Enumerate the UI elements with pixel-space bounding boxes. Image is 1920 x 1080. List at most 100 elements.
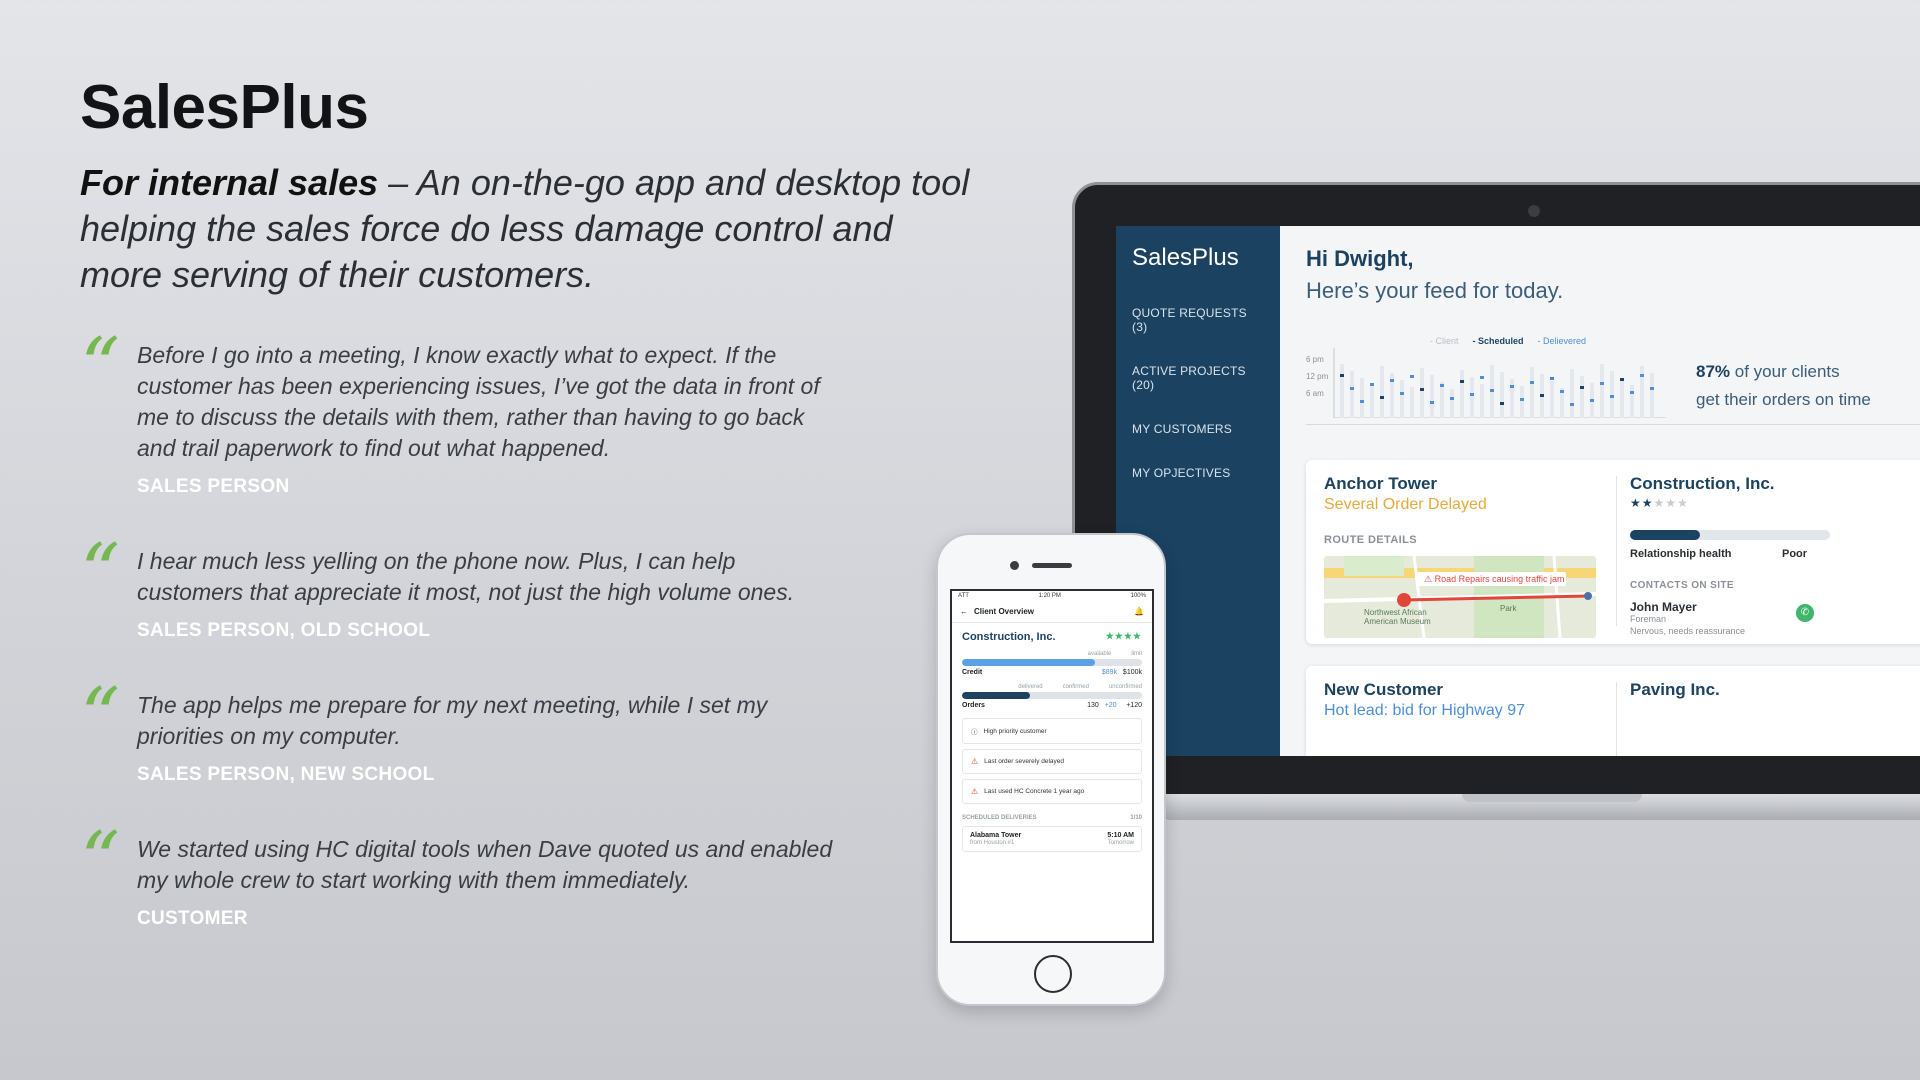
page-title: SalesPlus [80, 73, 369, 142]
alert-text: Last used HC Concrete 1 year ago [984, 788, 1085, 795]
testimonials: “ Before I go into a meeting, I know exa… [80, 328, 840, 930]
sidebar-item-my-objectives[interactable]: MY OPJECTIVES [1132, 466, 1264, 480]
sidebar-item-my-customers[interactable]: MY CUSTOMERS [1132, 422, 1264, 436]
star-empty-icon: ★ [1653, 496, 1666, 510]
scheduled-label: SCHEDULED DELIVERIES [962, 815, 1037, 821]
alert-text: Last order severely delayed [984, 758, 1065, 765]
laptop-base [1162, 794, 1920, 820]
timeline-column [1620, 378, 1624, 418]
delivery-time: 5:10 AM [1107, 832, 1134, 839]
bar-caption: limit [1131, 651, 1142, 657]
warning-icon: ⚠ [971, 757, 979, 766]
orders-bar [962, 692, 1142, 699]
back-arrow-icon[interactable]: ← [960, 607, 968, 616]
customer-name[interactable]: Paving Inc. [1630, 680, 1720, 700]
route-label: ROUTE DETAILS [1324, 534, 1417, 546]
timeline-column [1610, 371, 1614, 418]
home-button[interactable] [1034, 955, 1072, 993]
contact-note: Nervous, needs reassurance [1630, 626, 1746, 636]
battery: 100% [1130, 593, 1146, 599]
phone-call-icon[interactable]: ✆ [1796, 604, 1814, 622]
carrier: ATT [958, 593, 969, 599]
timeline-marker [1440, 384, 1444, 387]
app-brand[interactable]: SalesPlus [1132, 244, 1264, 272]
orders-block: delivered confirmed unconfirmed Orders 130… [952, 680, 1152, 713]
credit-block: available limit Credit $89k $100k [952, 647, 1152, 680]
testimonial-1: “ Before I go into a meeting, I know exa… [80, 328, 840, 498]
timeline-marker [1370, 383, 1374, 386]
timeline-column [1520, 386, 1524, 418]
speaker [1032, 563, 1072, 568]
timeline-column [1630, 385, 1634, 418]
delivery-item[interactable]: Alabama Tower 5:10 AM from Houston #1 Tomo… [962, 826, 1142, 852]
timeline-marker [1560, 390, 1564, 393]
info-icon: ⓘ [971, 729, 978, 736]
timeline-marker [1350, 387, 1354, 390]
timeline-column [1410, 387, 1414, 418]
timeline-marker [1490, 389, 1494, 392]
map-alert: ⚠ Road Repairs causing traffic jam [1424, 574, 1565, 584]
card-title[interactable]: Anchor Tower [1324, 474, 1437, 494]
star-empty-icon: ★ [1665, 496, 1678, 510]
timeline-column [1360, 378, 1364, 418]
tagline-bold: For internal sales [80, 162, 379, 203]
timeline-column [1340, 364, 1344, 418]
sub-greeting: Here’s your feed for today. [1306, 278, 1564, 303]
tagline: For internal sales – An on-the-go app an… [80, 160, 980, 298]
timeline-column [1470, 377, 1474, 418]
alert-item[interactable]: ⚠ Last order severely delayed [962, 749, 1142, 774]
scheduled-count: 1/10 [1130, 815, 1142, 821]
timeline-column [1380, 366, 1384, 418]
star-filled-icon: ★ [1630, 496, 1642, 510]
mobile-header-title: Client Overview [974, 607, 1035, 616]
delivery-day: Tomorrow [1107, 840, 1134, 846]
timeline-marker [1580, 386, 1584, 389]
timeline-column [1580, 376, 1584, 418]
testimonial-3: “ The app helps me prepare for my next m… [80, 678, 840, 786]
orders-fill [962, 692, 1031, 699]
timeline-marker [1570, 403, 1574, 406]
timeline-marker [1510, 385, 1514, 388]
orders-confirmed: +20 [1104, 702, 1117, 709]
quote-mark-icon: “ [80, 528, 120, 618]
timeline-column [1480, 384, 1484, 418]
project-card[interactable]: Anchor Tower Several Order Delayed ROUTE… [1306, 460, 1920, 644]
main-feed: Hi Dwight, Here’s your feed for today. 🔔… [1280, 226, 1920, 756]
map-place: Park [1500, 604, 1517, 613]
testimonial-author: SALES PERSON, OLD SCHOOL [137, 620, 431, 641]
customer-name[interactable]: Construction, Inc. [1630, 474, 1775, 494]
bar-caption: available [1087, 651, 1112, 657]
timeline-marker [1450, 397, 1454, 400]
timeline-marker [1340, 374, 1344, 377]
card-divider [1616, 682, 1617, 756]
sidebar-item-active-projects[interactable]: ACTIVE PROJECTS (20) [1132, 364, 1264, 392]
timeline-marker [1520, 398, 1524, 401]
health-label: Relationship health [1630, 548, 1732, 560]
timeline-column [1550, 381, 1554, 418]
alert-item[interactable]: ⚠ Last used HC Concrete 1 year ago [962, 779, 1142, 804]
health-value: Poor [1782, 548, 1808, 560]
bell-icon[interactable]: 🔔 [1134, 607, 1144, 616]
mobile-header: ← Client Overview 🔔 [952, 601, 1152, 623]
card-title[interactable]: New Customer [1324, 680, 1443, 700]
delivery-timeline-chart: 6 pm 12 pm 6 am [1306, 348, 1666, 418]
scheduled-header: SCHEDULED DELIVERIES 1/10 [952, 809, 1152, 823]
sidebar-item-quote-requests[interactable]: QUOTE REQUESTS (3) [1132, 306, 1264, 334]
testimonial-2: “ I hear much less yelling on the phone … [80, 534, 840, 642]
timeline-marker [1400, 392, 1404, 395]
rating-stars: ★★★★★ [1630, 496, 1689, 510]
camera-icon [1528, 205, 1540, 217]
route-map[interactable]: ⚠ Road Repairs causing traffic jam North… [1324, 556, 1596, 638]
warning-icon: ⚠ [971, 787, 979, 796]
credit-bar [962, 659, 1142, 666]
timeline-column [1500, 372, 1504, 418]
contact-name: John Mayer [1630, 600, 1697, 614]
timeline-marker [1410, 375, 1414, 378]
alert-item[interactable]: ⓘ High priority customer [962, 718, 1142, 744]
timeline-marker [1420, 388, 1424, 391]
timeline-marker [1550, 377, 1554, 380]
timeline-marker [1630, 391, 1634, 394]
card-status: Hot lead: bid for Highway 97 [1324, 702, 1525, 719]
map-place: Northwest African American Museum [1364, 608, 1431, 626]
project-card[interactable]: New Customer Hot lead: bid for Highway 9… [1306, 666, 1920, 756]
